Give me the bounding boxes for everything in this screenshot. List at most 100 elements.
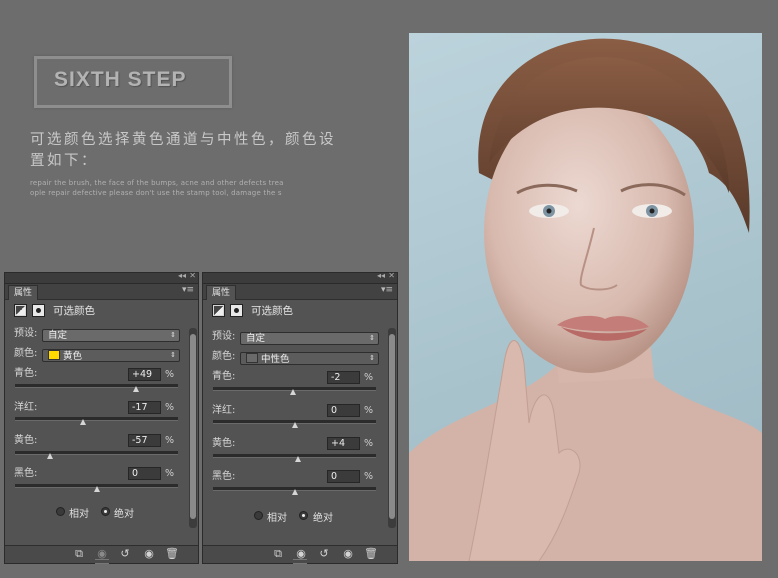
cyan-slider-thumb[interactable] [289, 389, 296, 395]
relative-radio[interactable] [254, 511, 263, 520]
slider-label-magenta: 洋红: [212, 405, 236, 416]
preset-label: 预设: [14, 328, 38, 339]
panel-tab-row: 属性 ▾≡ [203, 284, 397, 300]
preset-value: 自定 [48, 330, 68, 341]
magenta-value-input[interactable]: 0 [327, 404, 360, 417]
collapse-panel-icon[interactable]: ◂◂ [178, 271, 186, 280]
panel-top-strip: ◂◂ ✕ [5, 271, 198, 284]
slider-label-yellow: 黄色: [14, 435, 38, 446]
slider-label-cyan: 青色: [212, 371, 236, 382]
colors-label: 颜色: [14, 348, 38, 359]
absolute-radio-label: 绝对 [114, 509, 134, 520]
absolute-radio-label: 绝对 [313, 513, 333, 524]
mask-icon[interactable] [32, 304, 45, 317]
panel-bottom-toolbar: ⧉ ◉ ↺ ◉ 🗑 [5, 545, 198, 564]
visibility-eye-icon[interactable]: ◉ [141, 547, 157, 561]
step-title: SIXTH STEP [54, 68, 187, 91]
slider-label-yellow: 黄色: [212, 438, 236, 449]
reset-icon[interactable]: ↺ [316, 547, 332, 561]
dropdown-arrows-icon: ⇕ [170, 331, 176, 339]
yellow-value-input[interactable]: -57 [128, 434, 161, 447]
panel-top-strip: ◂◂ ✕ [203, 271, 397, 284]
magenta-slider-thumb[interactable] [79, 419, 86, 425]
magenta-value-input[interactable]: -17 [128, 401, 161, 414]
preset-value: 自定 [246, 333, 266, 344]
panel-scrollbar[interactable] [388, 328, 396, 528]
cyan-slider-thumb[interactable] [133, 386, 140, 392]
panel-menu-icon[interactable]: ▾≡ [182, 285, 194, 295]
reset-icon[interactable]: ↺ [117, 547, 133, 561]
properties-panel-yellow: ◂◂ ✕ 属性 ▾≡ 可选颜色 预设: 自定 ⇕ 颜色: 黄色 ⇕ 青色: +4… [4, 271, 199, 564]
relative-radio-label: 相对 [69, 509, 89, 520]
magenta-percent-unit: % [165, 402, 175, 413]
resize-grip[interactable] [94, 559, 109, 564]
tab-properties[interactable]: 属性 [206, 285, 237, 300]
cyan-percent-unit: % [364, 372, 374, 383]
yellow-slider-track[interactable] [15, 451, 178, 455]
mask-icon[interactable] [230, 304, 243, 317]
clip-to-layer-icon[interactable]: ⧉ [71, 547, 87, 561]
color-swatch [48, 350, 60, 360]
adjustment-icon[interactable] [212, 304, 225, 317]
absolute-radio[interactable] [299, 511, 308, 520]
adjustment-icon[interactable] [14, 304, 27, 317]
panel-tab-row: 属性 ▾≡ [5, 284, 198, 300]
preset-dropdown[interactable]: 自定 ⇕ [240, 332, 379, 345]
black-slider-thumb[interactable] [291, 489, 298, 495]
colors-value: 中性色 [261, 354, 290, 365]
relative-radio[interactable] [56, 507, 65, 516]
trash-icon[interactable]: 🗑 [363, 547, 379, 561]
colors-value: 黄色 [63, 351, 83, 362]
colors-dropdown[interactable]: 黄色 ⇕ [42, 349, 180, 362]
slider-label-black: 黑色: [212, 471, 236, 482]
yellow-value-input[interactable]: +4 [327, 437, 360, 450]
scrollbar-thumb[interactable] [190, 334, 196, 519]
portrait-photo [409, 33, 762, 561]
resize-grip[interactable] [293, 559, 307, 564]
slider-label-black: 黑色: [14, 468, 38, 479]
colors-label: 颜色: [212, 351, 236, 362]
dropdown-arrows-icon: ⇕ [170, 351, 176, 359]
cyan-value-input[interactable]: -2 [327, 371, 360, 384]
trash-icon[interactable]: 🗑 [164, 547, 180, 561]
cyan-value-input[interactable]: +49 [128, 368, 161, 381]
black-percent-unit: % [165, 468, 175, 479]
magenta-slider-track[interactable] [15, 417, 178, 421]
dropdown-arrows-icon: ⇕ [369, 354, 375, 362]
preset-dropdown[interactable]: 自定 ⇕ [42, 329, 180, 342]
properties-panel-neutrals: ◂◂ ✕ 属性 ▾≡ 可选颜色 预设: 自定 ⇕ 颜色: 中性色 ⇕ 青色: -… [202, 271, 398, 564]
close-panel-icon[interactable]: ✕ [189, 271, 196, 280]
panel-menu-icon[interactable]: ▾≡ [381, 285, 393, 295]
english-description-line-2: ople repair defective please don't use t… [30, 189, 282, 197]
cyan-slider-track[interactable] [15, 384, 178, 388]
black-value-input[interactable]: 0 [327, 470, 360, 483]
yellow-percent-unit: % [165, 435, 175, 446]
portrait-illustration [409, 38, 762, 561]
absolute-radio[interactable] [101, 507, 110, 516]
magenta-slider-thumb[interactable] [291, 422, 298, 428]
visibility-eye-icon[interactable]: ◉ [340, 547, 356, 561]
slider-label-cyan: 青色: [14, 368, 38, 379]
panel-scrollbar[interactable] [189, 328, 197, 528]
collapse-panel-icon[interactable]: ◂◂ [377, 271, 385, 280]
relative-radio-label: 相对 [267, 513, 287, 524]
clip-to-layer-icon[interactable]: ⧉ [270, 547, 286, 561]
preset-label: 预设: [212, 331, 236, 342]
colors-dropdown[interactable]: 中性色 ⇕ [240, 352, 379, 365]
scrollbar-thumb[interactable] [389, 334, 395, 519]
cyan-percent-unit: % [165, 369, 175, 380]
yellow-slider-thumb[interactable] [294, 456, 301, 462]
close-panel-icon[interactable]: ✕ [388, 271, 395, 280]
slider-label-magenta: 洋红: [14, 402, 38, 413]
black-value-input[interactable]: 0 [128, 467, 161, 480]
dropdown-arrows-icon: ⇕ [369, 334, 375, 342]
panel-bottom-toolbar: ⧉ ◉ ↺ ◉ 🗑 [203, 545, 397, 564]
yellow-slider-thumb[interactable] [47, 453, 54, 459]
yellow-percent-unit: % [364, 438, 374, 449]
magenta-percent-unit: % [364, 405, 374, 416]
black-percent-unit: % [364, 471, 374, 482]
tab-properties[interactable]: 属性 [8, 285, 39, 300]
panel-title: 可选颜色 [53, 305, 95, 317]
black-slider-thumb[interactable] [93, 486, 100, 492]
chinese-description: 可选颜色选择黄色通道与中性色，颜色设置如下： [30, 132, 336, 169]
